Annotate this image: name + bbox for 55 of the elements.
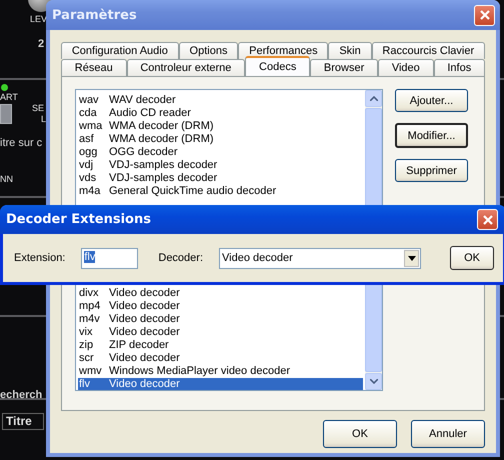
extension-label: Extension: — [14, 252, 66, 264]
window-title: Paramètres — [52, 8, 137, 22]
codec-row[interactable]: mp4 Video decoder — [78, 300, 363, 313]
tab[interactable]: Configuration Audio — [61, 42, 179, 59]
codec-row[interactable]: m4a General QuickTime audio decoder — [78, 185, 363, 198]
caret-icon — [408, 256, 416, 260]
ok-button[interactable]: OK — [450, 246, 494, 270]
codec-row[interactable]: zip ZIP decoder — [78, 339, 363, 352]
decoder-label: Decoder: — [158, 252, 204, 264]
close-icon — [478, 9, 490, 21]
close-button[interactable] — [474, 4, 495, 26]
side-button[interactable]: Ajouter... — [395, 89, 468, 112]
close-button[interactable] — [477, 209, 498, 230]
tab[interactable]: Options — [178, 42, 238, 59]
codec-row[interactable]: m4v Video decoder — [78, 313, 363, 326]
codec-row[interactable]: wmv Windows MediaPlayer video decoder — [78, 365, 363, 378]
app-label: 2 — [38, 38, 44, 50]
codec-row[interactable]: vix Video decoder — [78, 326, 363, 339]
codec-row[interactable]: scr Video decoder — [78, 352, 363, 365]
app-label: echerch — [0, 389, 42, 401]
tab[interactable]: Codecs — [245, 56, 310, 76]
scroll-up-button[interactable] — [365, 90, 382, 107]
codec-row[interactable]: divx Video decoder — [78, 287, 363, 300]
codec-row[interactable]: flv Video decoder — [78, 378, 363, 390]
codec-row[interactable]: wma WMA decoder (DRM) — [78, 120, 363, 133]
side-button[interactable]: Supprimer — [395, 159, 468, 182]
close-icon — [482, 214, 494, 226]
tab[interactable]: Browser — [310, 59, 378, 76]
dialog-button[interactable]: OK — [323, 420, 397, 448]
codec-row[interactable]: asf WMA decoder (DRM) — [78, 133, 363, 146]
tab[interactable]: Video — [378, 59, 434, 76]
app-label: NN — [0, 174, 13, 184]
tab[interactable]: Skin — [328, 42, 372, 59]
app-label: SE — [32, 103, 44, 113]
codec-row[interactable]: ogg OGG decoder — [78, 146, 363, 159]
tab[interactable]: Infos — [434, 59, 486, 76]
codec-row[interactable]: wav WAV decoder — [78, 94, 363, 107]
tab[interactable]: Raccourcis Clavier — [372, 42, 485, 59]
dialog-button[interactable]: Annuler — [411, 420, 485, 448]
app-label: L — [41, 114, 46, 124]
led-icon — [1, 84, 8, 91]
codec-row[interactable]: vds VDJ-samples decoder — [78, 172, 363, 185]
column-header[interactable]: Titre — [2, 413, 44, 430]
tab[interactable]: Réseau — [61, 59, 127, 76]
app-label: itre sur c — [0, 137, 42, 149]
app-label: LEV — [30, 14, 48, 24]
decoder-dropdown[interactable]: Video decoder — [219, 248, 422, 268]
codec-row[interactable]: vdj VDJ-samples decoder — [78, 159, 363, 172]
scroll-down-button[interactable] — [365, 373, 382, 390]
window-title: Decoder Extensions — [6, 212, 151, 227]
tab[interactable]: Controleur externe — [126, 59, 246, 76]
app-label: ART — [0, 92, 18, 102]
codec-row[interactable]: cda Audio CD reader — [78, 107, 363, 120]
side-button[interactable]: Modifier... — [395, 123, 468, 148]
extension-field[interactable]: flv — [81, 248, 138, 268]
